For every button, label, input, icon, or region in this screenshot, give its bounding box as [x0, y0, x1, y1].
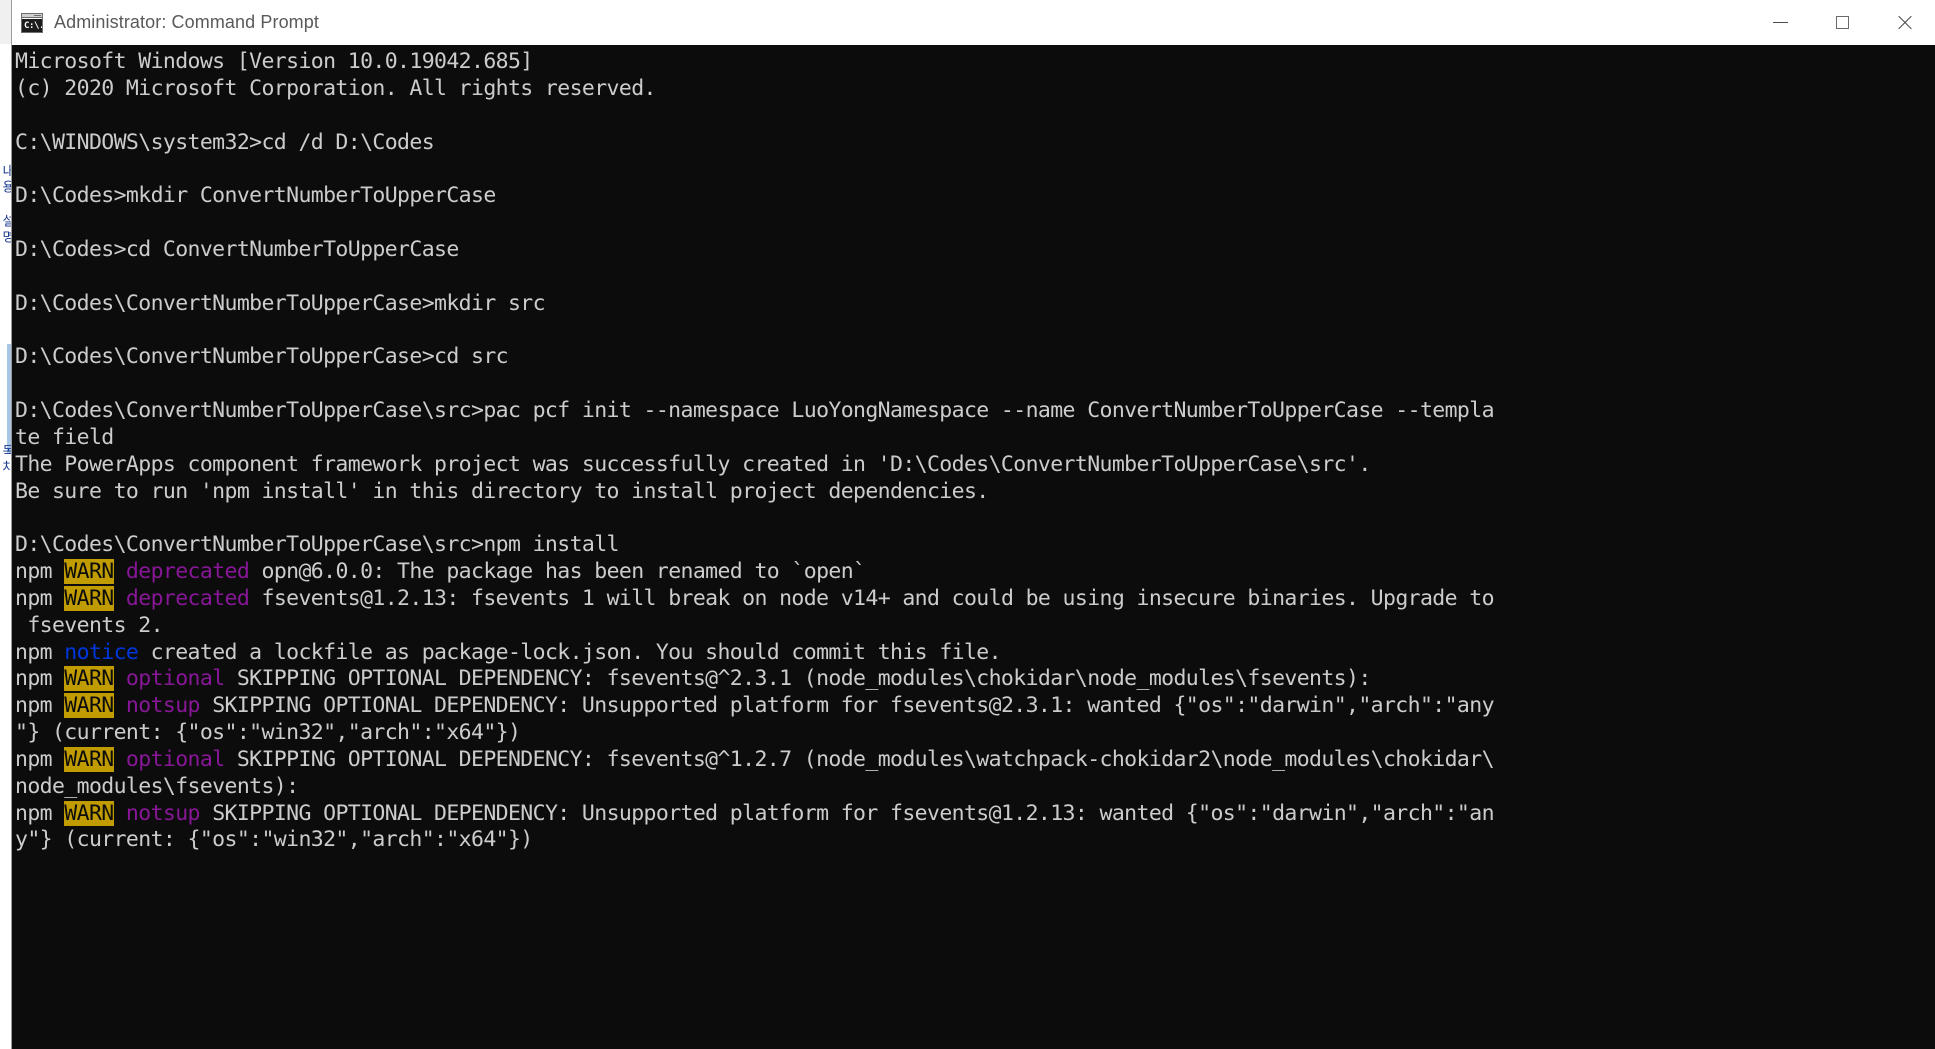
terminal-text: SKIPPING OPTIONAL DEPENDENCY: fsevents@^… — [224, 666, 1371, 692]
minimize-icon — [1772, 22, 1788, 23]
terminal-text: SKIPPING OPTIONAL DEPENDENCY: Unsupporte… — [199, 800, 1494, 826]
terminal-text: y"} (current: {"os":"win32","arch":"x64"… — [15, 827, 533, 853]
terminal-line: D:\Codes>mkdir ConvertNumberToUpperCase — [15, 183, 1935, 210]
close-icon — [1896, 14, 1913, 31]
warn-badge: WARN — [64, 746, 114, 772]
terminal-text: npm — [15, 639, 65, 665]
terminal-line: npm WARN optional SKIPPING OPTIONAL DEPE… — [15, 666, 1935, 693]
terminal-line: Microsoft Windows [Version 10.0.19042.68… — [15, 49, 1935, 76]
maximize-icon — [1835, 16, 1849, 29]
terminal-line: npm WARN notsup SKIPPING OPTIONAL DEPEND… — [15, 800, 1935, 828]
terminal-line: npm WARN deprecated fsevents@1.2.13: fse… — [15, 585, 1935, 613]
maximize-button[interactable] — [1811, 0, 1873, 45]
terminal-text: D:\Codes\ConvertNumberToUpperCase>mkdir … — [15, 290, 546, 316]
command-prompt-window: C:\. Administrator: Command Prompt Micro… — [12, 0, 1935, 1049]
cmd-prompt-icon: C:\. — [21, 12, 43, 33]
terminal-text: deprecated — [125, 585, 250, 611]
terminal-line: D:\Codes\ConvertNumberToUpperCase\src>np… — [15, 532, 1935, 559]
terminal-text: optional — [125, 666, 225, 692]
close-button[interactable] — [1873, 0, 1935, 45]
terminal-text: node_modules\fsevents): — [15, 773, 299, 799]
terminal-line: "} (current: {"os":"win32","arch":"x64"}… — [15, 720, 1935, 747]
terminal-text: fsevents@1.2.13: fsevents 1 will break o… — [249, 585, 1494, 611]
terminal-line: npm notice created a lockfile as package… — [15, 640, 1935, 667]
terminal-line: D:\Codes>cd ConvertNumberToUpperCase — [15, 237, 1935, 264]
warn-badge: WARN — [64, 559, 114, 585]
terminal-line: D:\Codes\ConvertNumberToUpperCase\src>pa… — [15, 398, 1935, 425]
terminal-text: npm — [15, 693, 65, 719]
terminal-text: npm — [15, 800, 65, 826]
terminal-text: (c) 2020 Microsoft Corporation. All righ… — [15, 75, 656, 101]
terminal-text: D:\Codes>cd ConvertNumberToUpperCase — [15, 236, 459, 262]
terminal-text: created a lockfile as package-lock.json.… — [138, 639, 1002, 665]
terminal-line: npm WARN optional SKIPPING OPTIONAL DEPE… — [15, 746, 1935, 774]
terminal-text: Microsoft Windows [Version 10.0.19042.68… — [15, 49, 533, 74]
terminal-text: npm — [15, 559, 65, 585]
terminal-line: te field — [15, 425, 1935, 452]
terminal-text: D:\Codes\ConvertNumberToUpperCase\src>pa… — [15, 397, 1495, 423]
terminal-text: C:\WINDOWS\system32>cd /d D:\Codes — [15, 129, 435, 155]
terminal-screen[interactable]: Microsoft Windows [Version 10.0.19042.68… — [12, 45, 1935, 1049]
terminal-text: optional — [125, 746, 225, 772]
terminal-text: Be sure to run 'npm install' in this dir… — [15, 478, 989, 504]
terminal-line: node_modules\fsevents): — [15, 774, 1935, 801]
terminal-line: D:\Codes\ConvertNumberToUpperCase>cd src — [15, 344, 1935, 371]
terminal-text: D:\Codes\ConvertNumberToUpperCase\src>np… — [15, 532, 620, 558]
terminal-line: npm WARN deprecated opn@6.0.0: The packa… — [15, 559, 1935, 586]
terminal-text: fsevents 2. — [15, 612, 163, 638]
terminal-text: notsup — [125, 693, 201, 719]
title-bar[interactable]: C:\. Administrator: Command Prompt — [12, 0, 1935, 45]
terminal-text: D:\Codes\ConvertNumberToUpperCase>cd src — [15, 344, 509, 370]
warn-badge: WARN — [64, 800, 114, 826]
terminal-text: npm — [15, 746, 65, 772]
terminal-text: SKIPPING OPTIONAL DEPENDENCY: fsevents@^… — [224, 746, 1495, 772]
terminal-text: The PowerApps component framework projec… — [15, 451, 1371, 477]
terminal-line: D:\Codes\ConvertNumberToUpperCase>mkdir … — [15, 291, 1935, 318]
terminal-text: "} (current: {"os":"win32","arch":"x64"}… — [15, 720, 521, 746]
terminal-line: Be sure to run 'npm install' in this dir… — [15, 479, 1935, 506]
minimize-button[interactable] — [1749, 0, 1811, 45]
terminal-text: opn@6.0.0: The package has been renamed … — [249, 559, 866, 585]
terminal-text: SKIPPING OPTIONAL DEPENDENCY: Unsupporte… — [199, 693, 1494, 719]
terminal-text: notsup — [125, 800, 201, 826]
title-bar-left: C:\. Administrator: Command Prompt — [12, 12, 319, 33]
terminal-text: te field — [15, 424, 114, 450]
warn-badge: WARN — [64, 693, 114, 719]
terminal-text: npm — [15, 666, 65, 692]
terminal-text: deprecated — [125, 559, 250, 585]
terminal-text: notice — [64, 639, 139, 665]
terminal-line: npm WARN notsup SKIPPING OPTIONAL DEPEND… — [15, 693, 1935, 720]
window-title: Administrator: Command Prompt — [54, 12, 319, 32]
terminal-line: (c) 2020 Microsoft Corporation. All righ… — [15, 76, 1935, 103]
screen: 내용 설명 목차 C:\. Administrator: Command Pro… — [0, 0, 1935, 1049]
terminal-line: C:\WINDOWS\system32>cd /d D:\Codes — [15, 130, 1935, 157]
terminal-line: fsevents 2. — [15, 613, 1935, 640]
cmd-icon-titlebar-decor — [22, 13, 42, 18]
terminal-line: The PowerApps component framework projec… — [15, 452, 1935, 479]
warn-badge: WARN — [64, 666, 114, 692]
terminal-line: y"} (current: {"os":"win32","arch":"x64"… — [15, 827, 1935, 854]
terminal-text: D:\Codes>mkdir ConvertNumberToUpperCase — [15, 183, 496, 209]
terminal-text: npm — [15, 585, 65, 611]
terminal-output: Microsoft Windows [Version 10.0.19042.68… — [13, 49, 1935, 854]
warn-badge: WARN — [64, 585, 114, 611]
window-controls — [1749, 0, 1935, 45]
cmd-icon-screen-text: C:\. — [22, 18, 43, 32]
